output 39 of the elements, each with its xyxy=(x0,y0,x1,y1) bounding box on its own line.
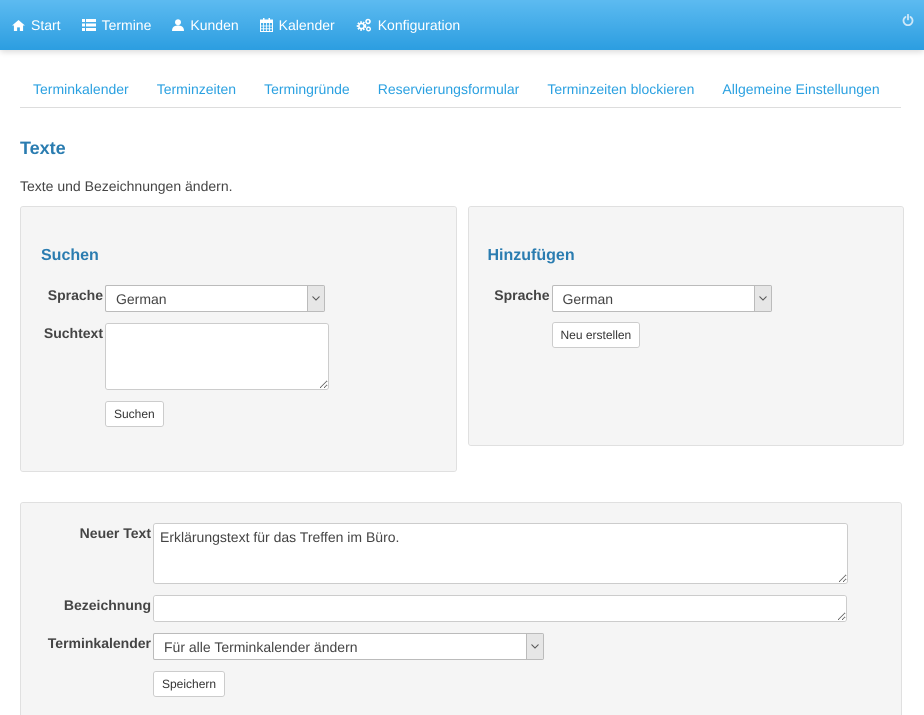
search-button[interactable]: Suchen xyxy=(105,401,164,427)
create-button[interactable]: Neu erstellen xyxy=(552,322,640,348)
language-select[interactable]: German xyxy=(552,285,772,312)
caret-icon xyxy=(312,296,320,301)
nav-link[interactable]: Kunden xyxy=(172,17,239,33)
gears-icon xyxy=(356,18,372,32)
field-label: Sprache xyxy=(493,286,550,303)
tab-link[interactable]: Terminzeiten blockieren xyxy=(547,81,694,97)
tab-link[interactable]: Termingründe xyxy=(264,81,350,97)
list-icon xyxy=(82,19,96,31)
home-icon xyxy=(12,20,25,30)
search-text-field[interactable] xyxy=(105,323,329,390)
field-label: Neuer Text xyxy=(78,524,151,541)
page-title: Texte xyxy=(20,138,67,159)
new-text-field[interactable]: Erklärungstext für das Treffen im Büro. xyxy=(153,523,848,584)
user-icon xyxy=(172,19,184,31)
save-button[interactable]: Speichern xyxy=(153,671,226,697)
tab-link[interactable]: Terminzeiten xyxy=(156,81,236,97)
field-label: Suchtext xyxy=(42,324,103,341)
nav-link[interactable]: Kalender xyxy=(260,17,335,33)
panel-title: Suchen xyxy=(41,247,100,265)
power-icon[interactable] xyxy=(902,14,914,26)
tab-link[interactable]: Allgemeine Einstellungen xyxy=(722,81,880,97)
page-description: Texte und Bezeichnungen ändern. xyxy=(20,178,234,194)
field-label: Terminkalender xyxy=(46,634,151,651)
tab-link[interactable]: Terminkalender xyxy=(33,81,129,97)
language-select[interactable]: German xyxy=(105,285,325,312)
nav-link[interactable]: Start xyxy=(12,17,61,33)
calendar-icon xyxy=(260,18,273,32)
name-field[interactable] xyxy=(153,595,847,622)
field-label: Bezeichnung xyxy=(62,596,151,613)
calendar-select[interactable]: Für alle Terminkalender ändern xyxy=(153,633,544,660)
caret-icon xyxy=(758,296,766,301)
nav-link[interactable]: Konfiguration xyxy=(356,17,460,33)
nav-link[interactable]: Termine xyxy=(82,17,152,33)
field-label: Sprache xyxy=(46,286,103,303)
panel-title: Hinzufügen xyxy=(488,247,576,265)
tab-link[interactable]: Reservierungsformular xyxy=(378,81,520,97)
caret-icon xyxy=(531,644,539,649)
